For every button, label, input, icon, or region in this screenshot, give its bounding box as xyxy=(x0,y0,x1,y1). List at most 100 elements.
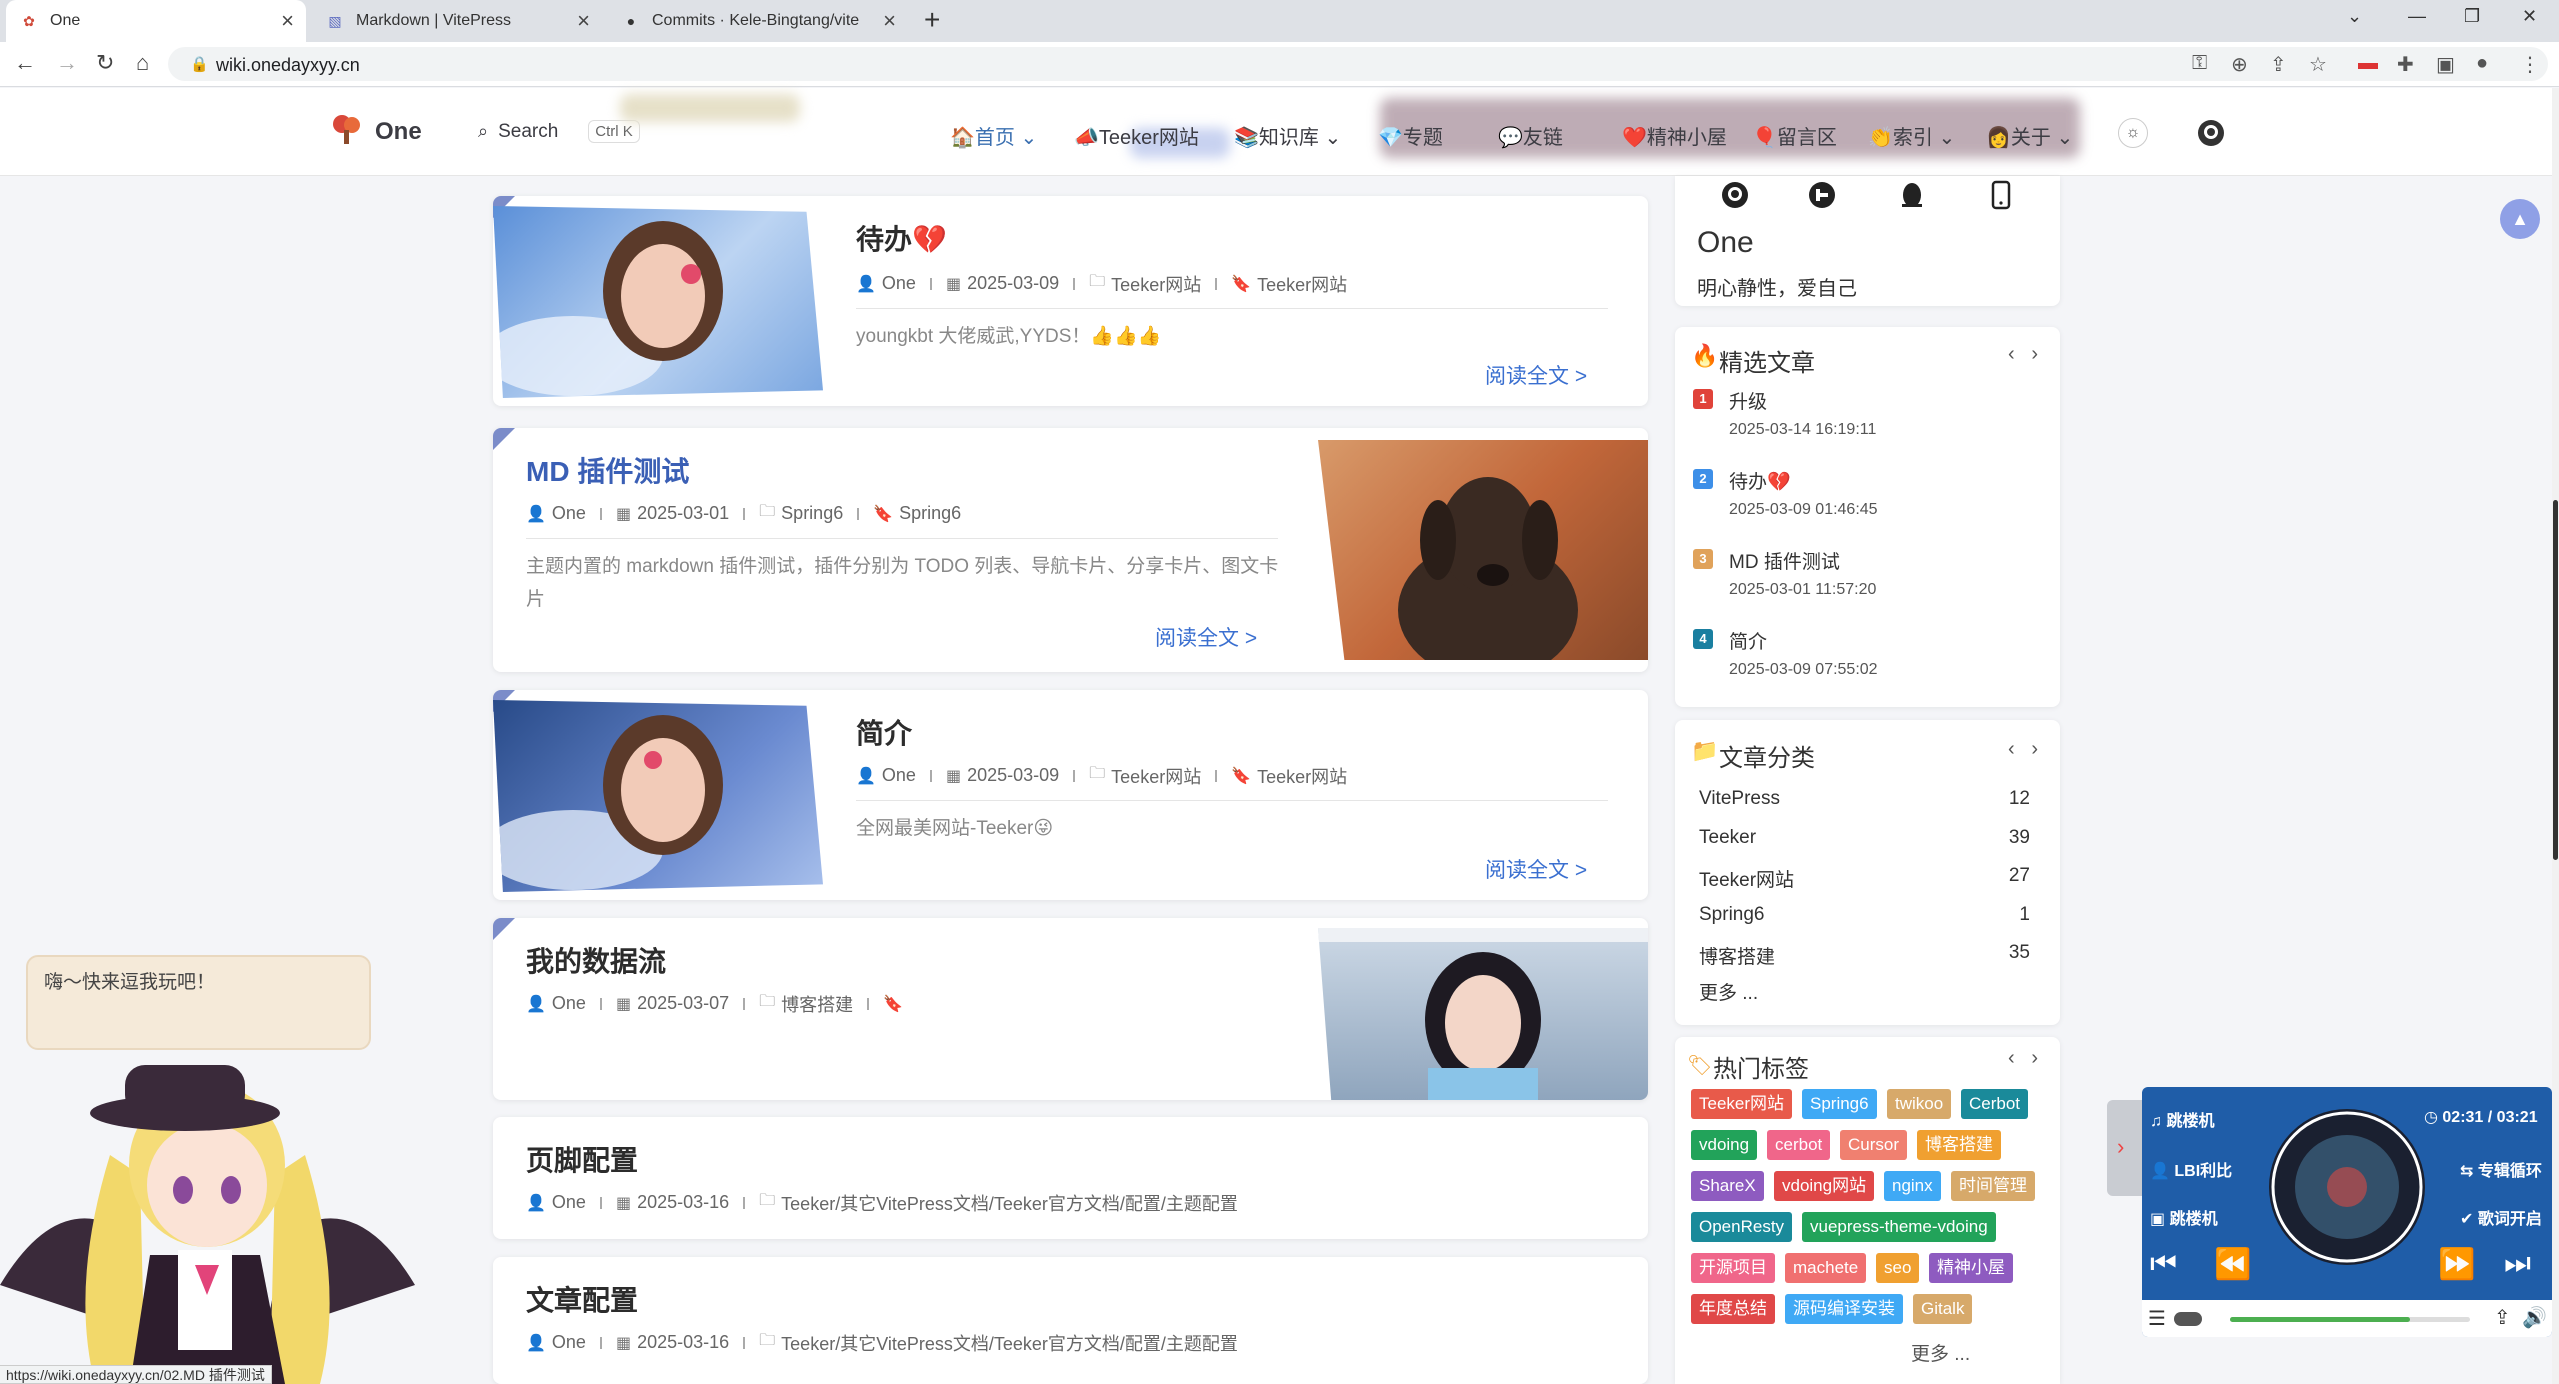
gitee-icon[interactable] xyxy=(1807,180,1837,210)
tag-chip[interactable]: machete xyxy=(1785,1253,1867,1283)
tag-chip[interactable]: seo xyxy=(1876,1253,1920,1283)
qq-icon[interactable] xyxy=(1897,180,1927,210)
nav-guestbook[interactable]: 🎈留言区 xyxy=(1752,121,1837,150)
post-card[interactable]: 文章配置 👤 One ▦ 2025-03-16 🗀 Teeker/其它VitePres… xyxy=(493,1257,1648,1384)
tag-chip[interactable]: ShareX xyxy=(1691,1171,1764,1201)
album-cover-image[interactable] xyxy=(2267,1107,2427,1267)
skip-forward-icon[interactable]: ⏭ xyxy=(2504,1247,2531,1281)
post-tag[interactable]: Teeker网站 xyxy=(1257,763,1347,789)
post-title[interactable]: 待办💔 xyxy=(856,218,947,258)
featured-post-title[interactable]: 待办💔 xyxy=(1729,467,1791,494)
scrollbar-thumb[interactable] xyxy=(2553,500,2558,860)
post-author[interactable]: One xyxy=(552,1192,586,1213)
featured-pager[interactable]: ‹ › xyxy=(2008,343,2038,366)
tag-chip[interactable]: vdoing网站 xyxy=(1774,1171,1875,1201)
post-card[interactable]: 简介 👤 One ▦ 2025-03-09 🗀 Teeker网站 🔖 Teeker网站 … xyxy=(493,690,1648,900)
reload-icon[interactable]: ↻ xyxy=(96,50,114,76)
tags-pager[interactable]: ‹ › xyxy=(2008,1047,2038,1070)
tag-chip[interactable]: 开源项目 xyxy=(1691,1253,1775,1283)
tag-chip[interactable]: cerbot xyxy=(1767,1130,1831,1160)
post-card[interactable]: 我的数据流 👤 One ▦ 2025-03-07 🗀 博客搭建 🔖 xyxy=(493,918,1648,1100)
post-tag[interactable]: Spring6 xyxy=(899,503,961,524)
nav-topics[interactable]: 💎专题 xyxy=(1378,121,1443,150)
tag-chip[interactable]: vuepress-theme-vdoing xyxy=(1802,1212,1996,1242)
puzzle-icon[interactable]: ✚ xyxy=(2397,52,2414,77)
close-tab-icon[interactable]: × xyxy=(883,8,896,34)
post-category[interactable]: Teeker网站 xyxy=(1111,271,1201,297)
share-icon[interactable]: ⇪ xyxy=(2494,1305,2511,1330)
nav-spirit-house[interactable]: ❤️精神小屋 xyxy=(1622,121,1727,150)
nav-index[interactable]: 👏索引 ⌄ xyxy=(1868,121,1955,150)
lock-icon[interactable]: 🔒 xyxy=(190,55,209,73)
minimize-icon[interactable]: — xyxy=(2408,6,2426,27)
profile-icon[interactable]: ● xyxy=(2476,52,2488,75)
tab-search-icon[interactable]: ⌄ xyxy=(2347,6,2362,27)
post-title[interactable]: 文章配置 xyxy=(526,1279,638,1319)
tag-chip[interactable]: 博客搭建 xyxy=(1917,1130,2001,1160)
category-name[interactable]: Teeker xyxy=(1699,827,1756,849)
volume-icon[interactable]: 🔊 xyxy=(2522,1305,2547,1330)
home-icon[interactable]: ⌂ xyxy=(136,50,149,76)
post-cover-image[interactable] xyxy=(1318,440,1648,660)
zoom-icon[interactable]: ⊕ xyxy=(2231,52,2248,77)
play-mode[interactable]: ⇆ 专辑循环 xyxy=(2460,1157,2542,1181)
playlist-icon[interactable]: ☰ xyxy=(2148,1306,2166,1331)
extension-icon[interactable]: ▬ xyxy=(2358,52,2378,75)
post-author[interactable]: One xyxy=(882,273,916,294)
tab-markdown[interactable]: ▧ Markdown | VitePress × xyxy=(312,0,602,42)
tag-chip[interactable]: nginx xyxy=(1884,1171,1941,1201)
site-name[interactable]: One xyxy=(375,118,422,146)
share-icon[interactable]: ⇪ xyxy=(2270,52,2287,77)
post-title[interactable]: 我的数据流 xyxy=(526,940,666,980)
phone-icon[interactable] xyxy=(1989,180,2013,210)
post-title[interactable]: 页脚配置 xyxy=(526,1139,638,1179)
tag-chip[interactable]: Teeker网站 xyxy=(1691,1089,1793,1119)
tab-one[interactable]: ✿ One × xyxy=(6,0,306,42)
post-card[interactable]: 待办💔 👤 One ▦ 2025-03-09 🗀 Teeker网站 🔖 Teeker网站… xyxy=(493,196,1648,406)
nav-home[interactable]: 🏠首页 ⌄ xyxy=(950,121,1037,150)
tag-chip[interactable]: Spring6 xyxy=(1802,1089,1877,1119)
post-category[interactable]: Teeker/其它VitePress文档/Teeker官方文档/配置/主题配置 xyxy=(781,1330,1238,1356)
sidepanel-icon[interactable]: ▣ xyxy=(2436,52,2455,77)
category-name[interactable]: 博客搭建 xyxy=(1699,942,1775,969)
category-name[interactable]: VitePress xyxy=(1699,788,1780,810)
nav-knowledge[interactable]: 📚知识库 ⌄ xyxy=(1234,121,1341,150)
close-tab-icon[interactable]: × xyxy=(281,8,294,34)
theme-toggle-icon[interactable]: ☼ xyxy=(2118,118,2148,148)
post-category[interactable]: 博客搭建 xyxy=(781,991,853,1017)
post-author[interactable]: One xyxy=(552,503,586,524)
tag-chip[interactable]: Cursor xyxy=(1840,1130,1908,1160)
post-cover-image[interactable] xyxy=(493,700,823,892)
categories-more-link[interactable]: 更多 ... xyxy=(1699,978,1758,1005)
tag-chip[interactable]: twikoo xyxy=(1887,1089,1952,1119)
omnibox[interactable] xyxy=(168,47,2548,81)
tag-chip[interactable]: 年度总结 xyxy=(1691,1294,1775,1324)
post-cover-image[interactable] xyxy=(1318,928,1648,1100)
post-title[interactable]: MD 插件测试 xyxy=(526,450,689,490)
url-text[interactable]: wiki.onedayxyy.cn xyxy=(216,55,360,76)
close-tab-icon[interactable]: × xyxy=(577,8,590,34)
post-category[interactable]: Teeker/其它VitePress文档/Teeker官方文档/配置/主题配置 xyxy=(781,1190,1238,1216)
search-button[interactable]: ⌕ Search Ctrl K xyxy=(478,120,640,143)
forward-icon[interactable]: → xyxy=(56,50,78,76)
post-category[interactable]: Teeker网站 xyxy=(1111,763,1201,789)
tag-chip[interactable]: Cerbot xyxy=(1961,1089,2029,1119)
tag-chip[interactable]: 精神小屋 xyxy=(1929,1253,2013,1283)
key-icon[interactable]: ⚿ xyxy=(2192,52,2207,75)
skip-back-icon[interactable]: ⏮ xyxy=(2150,1247,2177,1281)
tag-chip[interactable]: 源码编译安装 xyxy=(1785,1294,1903,1324)
back-to-top-button[interactable]: ▲ xyxy=(2500,199,2540,239)
nav-links[interactable]: 💬友链 xyxy=(1498,121,1563,150)
rewind-icon[interactable]: ⏪ xyxy=(2214,1247,2251,1282)
github-icon[interactable] xyxy=(1720,180,1750,210)
tags-more-link[interactable]: 更多 ... xyxy=(1911,1339,1970,1366)
player-toggle-button[interactable]: › xyxy=(2107,1100,2142,1196)
post-author[interactable]: One xyxy=(552,1332,586,1353)
lyrics-toggle[interactable]: ✔ 歌词开启 xyxy=(2460,1205,2542,1229)
live2d-mascot-image[interactable] xyxy=(0,1035,415,1384)
post-title[interactable]: 简介 xyxy=(856,712,912,752)
close-window-icon[interactable]: ✕ xyxy=(2522,6,2537,27)
new-tab-icon[interactable]: + xyxy=(924,4,940,36)
fast-forward-icon[interactable]: ⏩ xyxy=(2438,1247,2475,1282)
post-card[interactable]: MD 插件测试 👤 One ▦ 2025-03-01 🗀 Spring6 🔖 Sprin… xyxy=(493,428,1648,672)
